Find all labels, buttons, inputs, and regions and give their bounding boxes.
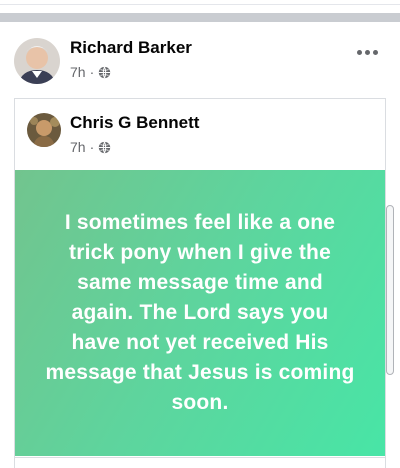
post-header: Richard Barker 7h · [14, 38, 386, 86]
shared-avatar[interactable] [27, 113, 61, 147]
more-horizontal-icon [356, 49, 362, 55]
shared-post: Chris G Bennett 7h · I sometimes feel li… [14, 98, 386, 468]
more-options-button[interactable] [352, 42, 382, 62]
shared-timestamp[interactable]: 7h [70, 139, 86, 155]
globe-icon [99, 141, 111, 153]
status-background[interactable]: I sometimes feel like a one trick pony w… [15, 170, 385, 456]
avatar[interactable] [14, 38, 60, 84]
bottom-divider [14, 457, 386, 458]
author-name[interactable]: Richard Barker [70, 38, 192, 58]
feed-post: Richard Barker 7h · Chris G Bennett 7h ·… [0, 22, 400, 468]
shared-author-name[interactable]: Chris G Bennett [70, 113, 199, 133]
status-text: I sometimes feel like a one trick pony w… [45, 211, 355, 414]
separator: · [89, 64, 95, 80]
feed-divider [0, 13, 400, 22]
shared-post-meta: 7h · [70, 139, 111, 155]
top-strip [0, 0, 400, 12]
globe-icon [99, 66, 111, 78]
timestamp[interactable]: 7h [70, 64, 86, 80]
post-meta: 7h · [70, 64, 111, 80]
top-divider [0, 4, 400, 5]
shared-post-header: Chris G Bennett 7h · [27, 109, 373, 159]
separator: · [89, 139, 95, 155]
scrollbar[interactable] [386, 205, 394, 375]
